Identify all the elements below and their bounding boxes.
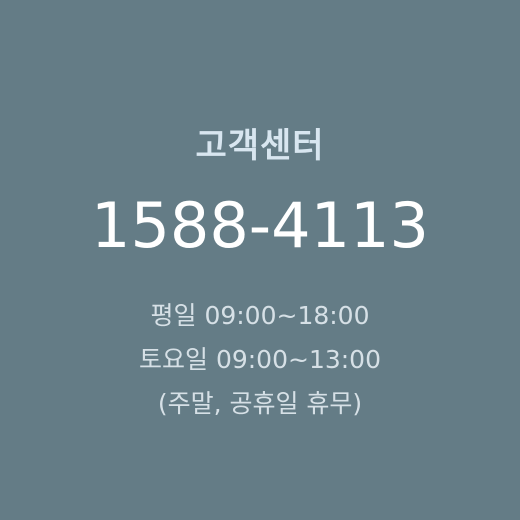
holiday-notice: (주말, 공휴일 휴무) — [157, 389, 363, 418]
saturday-hours: 토요일 09:00~13:00 — [139, 345, 381, 374]
customer-center-title: 고객센터 — [195, 126, 325, 166]
phone-number: 1588-4113 — [91, 189, 429, 262]
weekday-hours: 평일 09:00~18:00 — [150, 301, 370, 330]
business-hours: 평일 09:00~18:00 토요일 09:00~13:00 (주말, 공휴일 … — [0, 294, 520, 426]
customer-center-panel: 고객센터 1588-4113 평일 09:00~18:00 토요일 09:00~… — [0, 0, 520, 520]
